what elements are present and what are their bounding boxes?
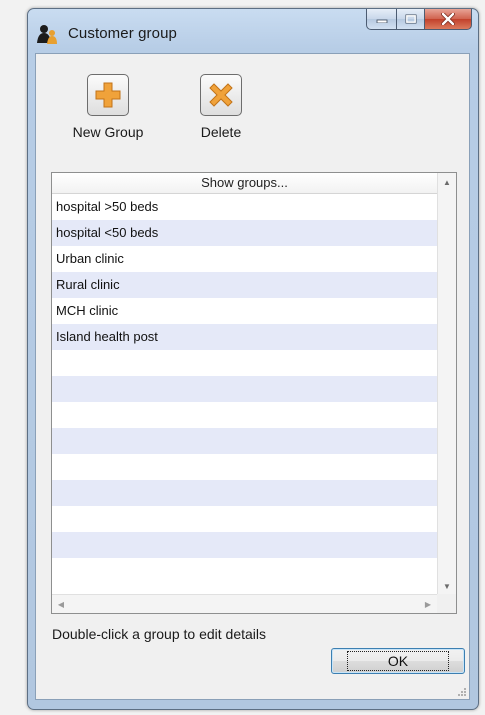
window-title: Customer group — [68, 25, 177, 42]
delete-label: Delete — [200, 124, 242, 140]
edit-hint-text: Double-click a group to edit details — [52, 626, 267, 642]
scroll-right-icon[interactable]: ▶ — [419, 595, 437, 613]
list-item[interactable] — [52, 350, 437, 376]
ok-button[interactable]: OK — [331, 648, 465, 674]
delete-icon-frame — [200, 74, 242, 116]
list-item[interactable]: MCH clinic — [52, 298, 437, 324]
maximize-icon — [405, 14, 416, 24]
close-button[interactable] — [424, 9, 472, 30]
caption-buttons — [366, 9, 472, 31]
list-column-header[interactable]: Show groups... — [52, 173, 437, 194]
add-icon — [95, 82, 121, 108]
resize-grip-icon[interactable] — [457, 687, 467, 697]
title-bar[interactable]: Customer group — [28, 9, 478, 53]
new-group-label: New Group — [72, 124, 144, 140]
list-item[interactable] — [52, 558, 437, 584]
scroll-up-icon[interactable]: ▲ — [438, 173, 456, 191]
list-item[interactable] — [52, 376, 437, 402]
scroll-left-icon[interactable]: ◀ — [52, 595, 70, 613]
list-item[interactable] — [52, 532, 437, 558]
list-item[interactable] — [52, 402, 437, 428]
scroll-down-icon[interactable]: ▼ — [438, 577, 456, 595]
list-item[interactable]: Island health post — [52, 324, 437, 350]
list-item[interactable] — [52, 428, 437, 454]
list-item[interactable]: Rural clinic — [52, 272, 437, 298]
customer-group-window: Customer group New Group Delete Show gro… — [27, 8, 479, 710]
delete-button[interactable]: Delete — [183, 74, 259, 140]
scrollbar-corner — [437, 594, 456, 613]
customer-group-app-icon — [37, 25, 57, 44]
ok-button-label: OK — [346, 651, 450, 671]
maximize-button[interactable] — [396, 9, 424, 30]
horizontal-scrollbar[interactable]: ◀ ▶ — [52, 594, 437, 613]
vertical-scrollbar[interactable]: ▲ ▼ — [437, 173, 456, 595]
dialog-client-area: New Group Delete Show groups... hospital… — [35, 53, 470, 700]
close-icon — [441, 13, 455, 25]
list-item[interactable]: Urban clinic — [52, 246, 437, 272]
new-group-button[interactable]: New Group — [58, 74, 158, 140]
list-item[interactable] — [52, 454, 437, 480]
groups-list[interactable]: Show groups... hospital >50 beds hospita… — [51, 172, 457, 614]
list-item[interactable]: hospital <50 beds — [52, 220, 437, 246]
list-item[interactable] — [52, 480, 437, 506]
delete-icon — [209, 83, 233, 107]
minimize-icon — [376, 19, 387, 23]
new-group-icon-frame — [87, 74, 129, 116]
list-rows: hospital >50 beds hospital <50 beds Urba… — [52, 194, 437, 584]
list-item[interactable]: hospital >50 beds — [52, 194, 437, 220]
minimize-button[interactable] — [366, 9, 396, 30]
list-item[interactable] — [52, 506, 437, 532]
